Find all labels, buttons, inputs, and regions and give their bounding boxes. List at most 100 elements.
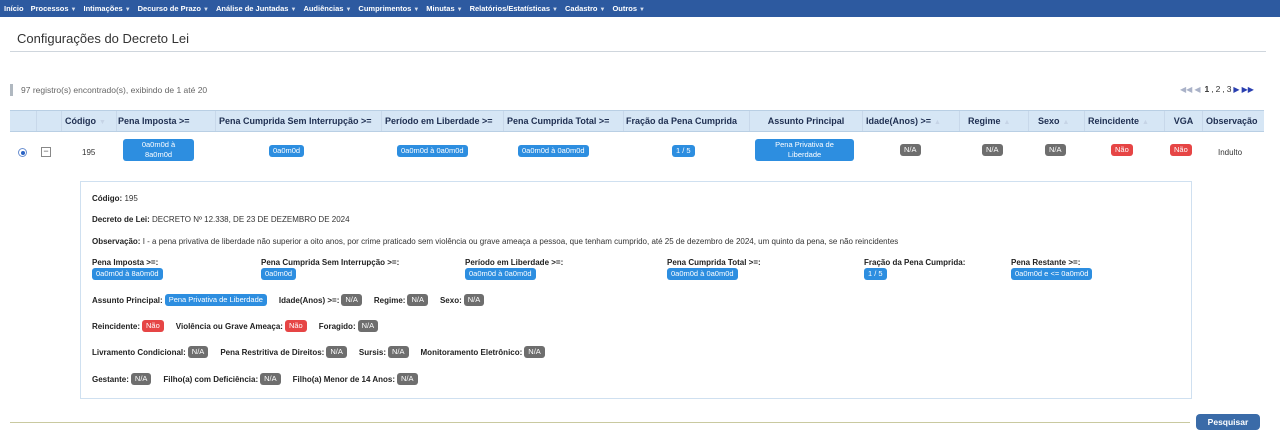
menu-item-5[interactable]: Audiências ▼ (303, 4, 351, 13)
collapse-icon[interactable]: − (41, 147, 51, 157)
table-header: Código ▼ Pena Imposta >= Pena Cumprida Se… (10, 110, 1264, 132)
menu-item-label: Relatórios/Estatísticas (469, 4, 551, 13)
detail-observacao-value: I - a pena privativa de liberdade não su… (142, 237, 899, 246)
menu-item-label: Outros (612, 4, 638, 13)
detail-pena-cumprida-si-badge: 0a0m0d (261, 268, 297, 280)
prev-page-icon[interactable]: ◀ (1194, 85, 1200, 94)
pena-imposta-line2: 8a0m0d (144, 150, 173, 159)
menu-item-9[interactable]: Cadastro ▼ (565, 4, 605, 13)
detail-monitoramento-label: Monitoramento Eletrônico: (420, 347, 523, 357)
detail-filho-menor-label: Filho(a) Menor de 14 Anos: (292, 374, 395, 384)
detail-idade-label: Idade(Anos) >=: (278, 295, 340, 305)
menu-item-4[interactable]: Análise de Juntadas ▼ (216, 4, 296, 13)
detail-filho-menor: Filho(a) Menor de 14 Anos: N/A (293, 373, 418, 385)
header-select (10, 111, 36, 131)
detail-restritiva-badge: N/A (326, 346, 347, 358)
header-codigo-label: Código (65, 116, 96, 126)
header-periodo-liberdade[interactable]: Período em Liberdade >= (381, 111, 503, 131)
detail-gestante-badge: N/A (130, 373, 152, 385)
detail-assunto-label: Assunto Principal: (92, 295, 163, 305)
detail-pena-imposta: Pena Imposta >=: 0a0m0d à 8a0m0d (92, 258, 163, 280)
menu-item-1[interactable]: Processos ▼ (31, 4, 77, 13)
detail-total-label: Pena Cumprida Total >=: (667, 258, 761, 267)
menu-item-8[interactable]: Relatórios/Estatísticas ▼ (470, 4, 558, 13)
detail-decreto-label: Decreto de Lei: (92, 215, 150, 224)
detail-violencia-label: Violência ou Grave Ameaça: (175, 321, 283, 331)
sort-down-icon[interactable]: ▼ (99, 119, 106, 126)
detail-periodo-badge: 0a0m0d à 0a0m0d (465, 268, 536, 280)
sort-up-icon[interactable]: ▲ (1142, 119, 1149, 126)
header-reincidente[interactable]: Reincidente ▲ (1084, 111, 1164, 131)
detail-regime-badge: N/A (407, 294, 428, 306)
page-link-2[interactable]: 2 (1216, 84, 1221, 94)
menu-item-2[interactable]: Intimações ▼ (84, 4, 131, 13)
cell-pena-imposta: 0a0m0d à 8a0m0d (123, 139, 194, 161)
detail-filho-deficiencia: Filho(a) com Deficiência: N/A (163, 373, 281, 385)
menu-item-6[interactable]: Cumprimentos ▼ (358, 4, 419, 13)
footer-divider (10, 422, 1190, 423)
menu-item-3[interactable]: Decurso de Prazo ▼ (138, 4, 209, 13)
menu-item-0[interactable]: Início (4, 4, 24, 13)
cell-fracao: 1 / 5 (672, 145, 695, 157)
sort-up-icon[interactable]: ▲ (1004, 119, 1011, 126)
header-sexo-label: Sexo (1038, 116, 1060, 126)
sort-up-icon[interactable]: ▲ (1063, 119, 1070, 126)
menu-item-label: Intimações (83, 4, 123, 13)
first-page-icon[interactable]: ◀◀ (1180, 85, 1192, 94)
page-title: Configurações do Decreto Lei (17, 31, 189, 46)
detail-codigo: Código: 195 (92, 194, 138, 203)
header-sexo[interactable]: Sexo ▲ (1028, 111, 1084, 131)
chevron-down-icon: ▼ (203, 7, 209, 13)
row-detail-panel: Código: 195 Decreto de Lei: DECRETO Nº 1… (80, 181, 1192, 399)
header-pena-imposta[interactable]: Pena Imposta >= (116, 111, 215, 131)
detail-sexo-label: Sexo: (439, 295, 462, 305)
detail-row-reincidente: Reincidente: Não Violência ou Grave Ameaç… (92, 320, 390, 332)
header-regime[interactable]: Regime ▲ (959, 111, 1028, 131)
header-assunto[interactable]: Assunto Principal (749, 111, 862, 131)
chevron-down-icon: ▼ (456, 7, 463, 13)
cell-regime: N/A (982, 144, 1003, 156)
header-idade[interactable]: Idade(Anos) >= ▲ (862, 111, 959, 131)
header-pena-cumprida-total[interactable]: Pena Cumprida Total >= (503, 111, 623, 131)
menu-item-10[interactable]: Outros ▼ (612, 4, 645, 13)
header-observacao[interactable]: Observação (1202, 111, 1264, 131)
header-fracao[interactable]: Fração da Pena Cumprida (623, 111, 749, 131)
menu-item-label: Audiências (303, 4, 344, 13)
header-codigo[interactable]: Código ▼ (61, 111, 116, 131)
search-button[interactable]: Pesquisar (1196, 414, 1260, 430)
detail-codigo-label: Código: (92, 194, 123, 203)
top-menu-bar: Início Processos ▼ Intimações ▼ Decurso de Pr… (0, 0, 1280, 17)
detail-row-assunto: Assunto Principal: Pena Privativa de Libe… (92, 294, 496, 306)
header-vga[interactable]: VGA (1164, 111, 1202, 131)
table-row[interactable]: − 195 0a0m0d à 8a0m0d 0a0m0d 0a0m0d à 0a0… (10, 133, 1264, 173)
detail-filho-deficiencia-badge: N/A (260, 373, 281, 385)
title-divider (10, 51, 1266, 52)
detail-decreto: Decreto de Lei: DECRETO Nº 12.338, DE 23… (92, 215, 350, 224)
detail-sursis: Sursis: N/A (359, 346, 409, 358)
row-select-radio[interactable] (18, 148, 27, 157)
detail-reincidente-badge: Não (142, 320, 164, 332)
detail-violencia: Violência ou Grave Ameaça: Não (176, 320, 307, 332)
detail-gestante-label: Gestante: (92, 374, 129, 384)
header-reincidente-label: Reincidente (1088, 116, 1140, 126)
page-link-1[interactable]: 1 (1204, 84, 1209, 94)
detail-sursis-label: Sursis: (358, 347, 386, 357)
detail-filho-menor-badge: N/A (397, 373, 418, 385)
detail-livramento-label: Livramento Condicional: (92, 347, 186, 357)
detail-idade: Idade(Anos) >=: N/A (279, 294, 362, 306)
menu-item-label: Minutas (426, 4, 455, 13)
menu-item-label: Cadastro (564, 4, 598, 13)
detail-pena-cumprida-si-label: Pena Cumprida Sem Interrupção >=: (261, 258, 400, 267)
menu-item-label: Início (4, 4, 24, 13)
detail-assunto: Assunto Principal: Pena Privativa de Libe… (92, 294, 267, 306)
header-regime-label: Regime (968, 116, 1001, 126)
menu-item-7[interactable]: Minutas ▼ (426, 4, 462, 13)
page-link-3[interactable]: 3 (1227, 84, 1232, 94)
detail-monitoramento: Monitoramento Eletrônico: N/A (421, 346, 545, 358)
header-pena-cumprida-si[interactable]: Pena Cumprida Sem Interrupção >= (215, 111, 381, 131)
chevron-down-icon: ▼ (345, 7, 352, 13)
cell-sexo: N/A (1045, 144, 1066, 156)
next-page-icon[interactable]: ▶ (1233, 85, 1239, 94)
sort-up-icon[interactable]: ▲ (934, 119, 941, 126)
last-page-icon[interactable]: ▶▶ (1242, 85, 1254, 94)
